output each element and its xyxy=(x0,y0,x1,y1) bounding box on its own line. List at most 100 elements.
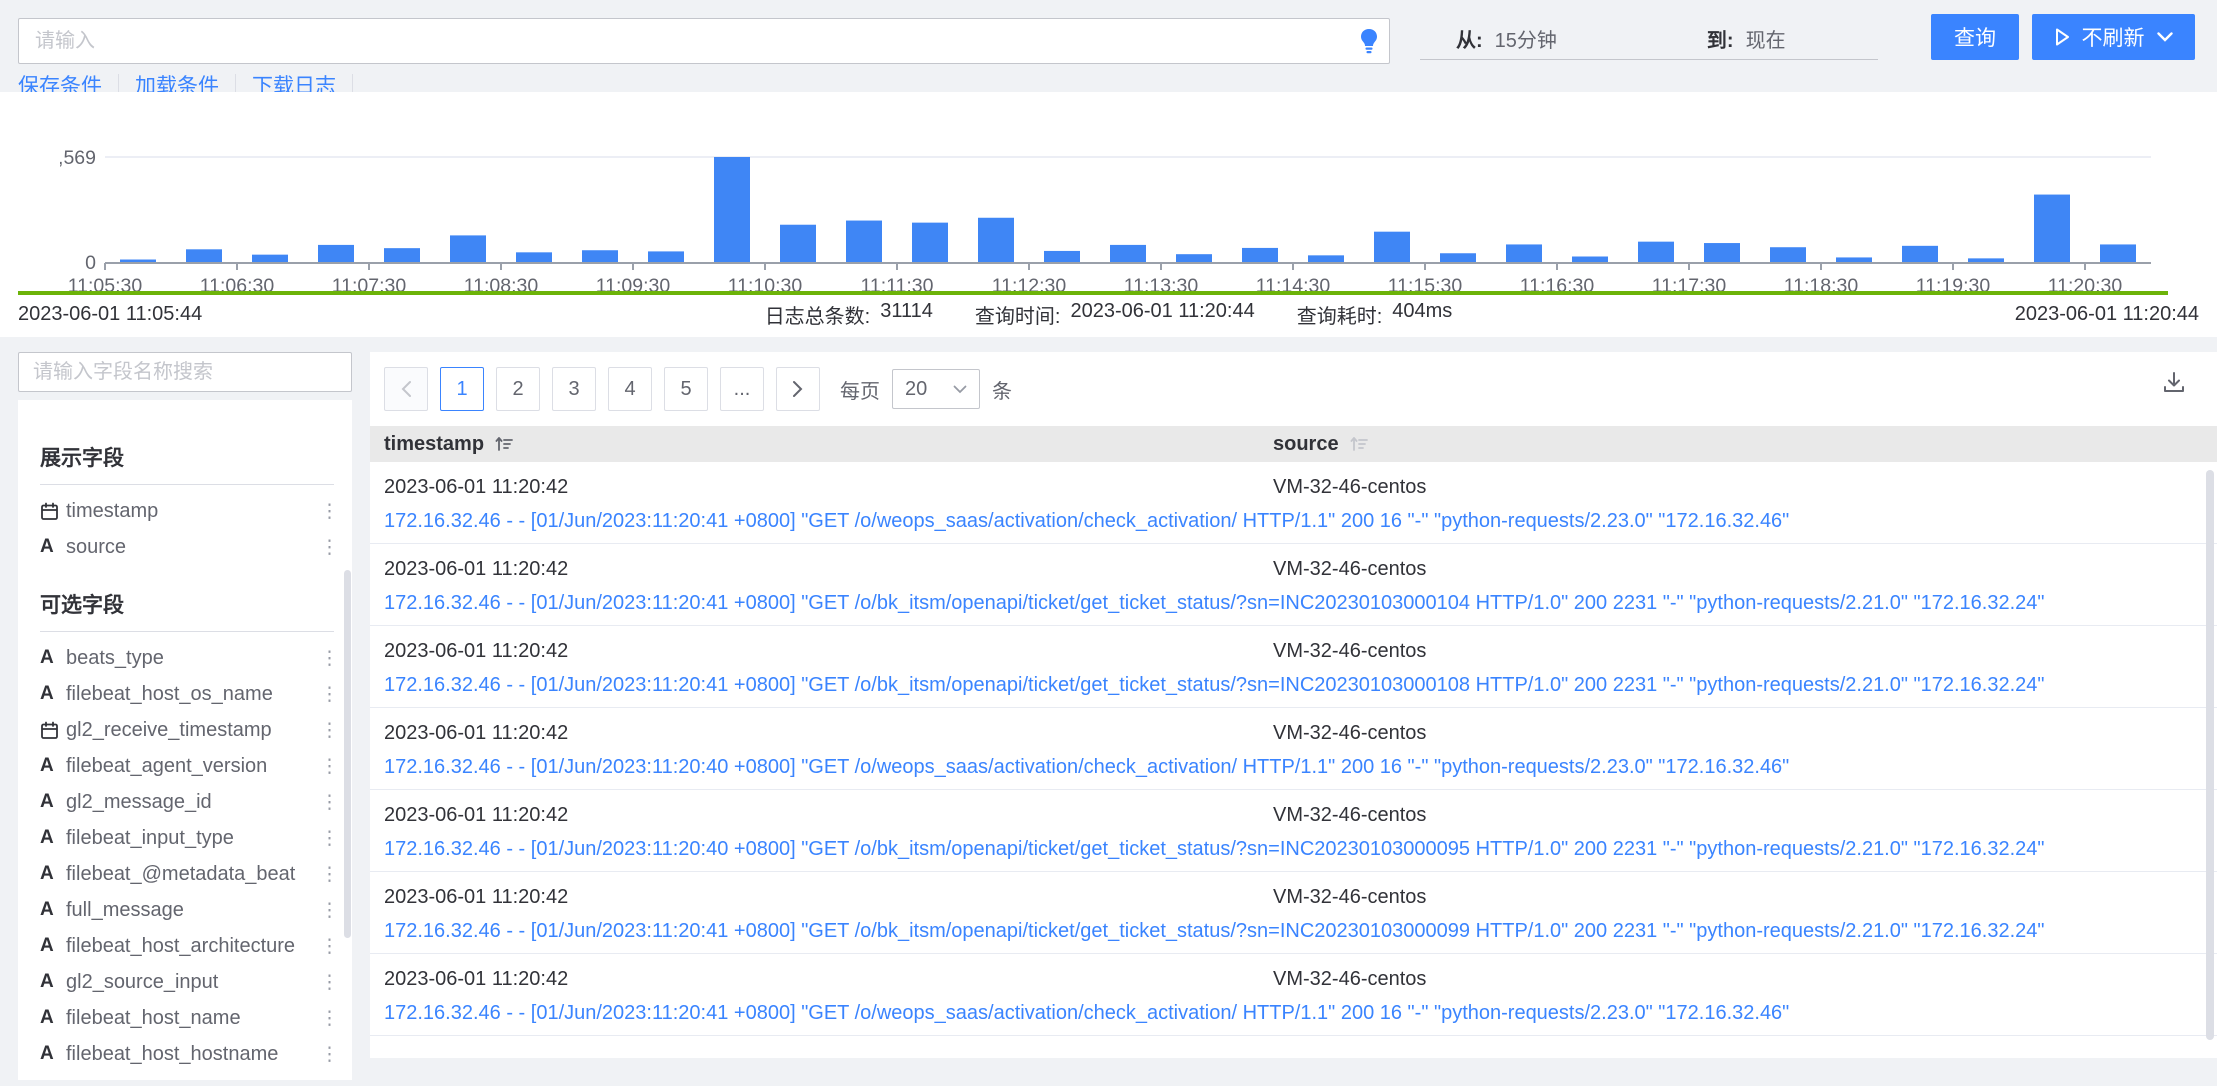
field-item[interactable]: A filebeat_host_os_name ⋮ xyxy=(40,676,334,712)
field-menu-icon[interactable]: ⋮ xyxy=(320,935,334,958)
field-menu-icon[interactable]: ⋮ xyxy=(320,827,334,850)
field-item[interactable]: A full_message ⋮ xyxy=(40,892,334,928)
string-field-icon: A xyxy=(40,1043,66,1065)
shown-fields-list: timestamp ⋮ A source ⋮ xyxy=(40,493,334,565)
field-menu-icon[interactable]: ⋮ xyxy=(320,683,334,706)
field-item[interactable]: A beats_type ⋮ xyxy=(40,640,334,676)
field-menu-icon[interactable]: ⋮ xyxy=(320,899,334,922)
field-item[interactable]: A filebeat_@metadata_beat ⋮ xyxy=(40,856,334,892)
field-item[interactable]: A gl2_source_input ⋮ xyxy=(40,964,334,1000)
log-row[interactable]: 2023-06-01 11:20:42 VM-32-46-centos 172.… xyxy=(370,626,2217,708)
string-field-icon: A xyxy=(40,647,66,669)
field-name: gl2_source_input xyxy=(66,971,320,994)
log-row[interactable]: 2023-06-01 11:20:42 VM-32-46-centos 172.… xyxy=(370,462,2217,544)
field-item[interactable]: A source ⋮ xyxy=(40,529,334,565)
field-item[interactable]: A filebeat_host_hostname ⋮ xyxy=(40,1036,334,1072)
sort-icon[interactable] xyxy=(494,434,514,454)
field-menu-icon[interactable]: ⋮ xyxy=(320,536,334,559)
field-item[interactable]: A gl2_message_id ⋮ xyxy=(40,784,334,820)
log-timestamp: 2023-06-01 11:20:42 xyxy=(384,558,1273,581)
field-menu-icon[interactable]: ⋮ xyxy=(320,719,334,742)
log-message: 172.16.32.46 - - [01/Jun/2023:11:20:41 +… xyxy=(384,510,2217,533)
string-field-icon: A xyxy=(40,755,66,777)
total-count-label: 日志总条数: xyxy=(765,300,871,329)
histogram-bar xyxy=(1440,253,1476,263)
string-field-icon: A xyxy=(40,683,66,705)
query-button[interactable]: 查询 xyxy=(1931,14,2019,60)
histogram-bar xyxy=(1506,244,1542,263)
field-item[interactable]: gl2_receive_timestamp ⋮ xyxy=(40,712,334,748)
field-item[interactable]: A streams ⋮ xyxy=(40,1072,334,1080)
page-button-4[interactable]: 4 xyxy=(608,367,652,411)
prev-page-button[interactable] xyxy=(384,367,428,411)
string-field-icon: A xyxy=(40,1007,66,1029)
time-range-indicator-line xyxy=(18,291,2168,295)
pagination-row: 12345 ... 每页 20 条 xyxy=(370,352,2217,416)
field-item[interactable]: A filebeat_host_name ⋮ xyxy=(40,1000,334,1036)
log-timestamp: 2023-06-01 11:20:42 xyxy=(384,640,1273,663)
field-menu-icon[interactable]: ⋮ xyxy=(320,1043,334,1066)
field-menu-icon[interactable]: ⋮ xyxy=(320,647,334,670)
log-row[interactable]: 2023-06-01 11:20:42 VM-32-46-centos 172.… xyxy=(370,872,2217,954)
to-value: 现在 xyxy=(1746,24,1786,53)
hint-bulb-icon[interactable] xyxy=(1349,19,1389,63)
field-name: filebeat_host_hostname xyxy=(66,1043,320,1066)
log-message: 172.16.32.46 - - [01/Jun/2023:11:20:41 +… xyxy=(384,674,2217,697)
field-name: filebeat_input_type xyxy=(66,827,320,850)
field-name: filebeat_host_architecture xyxy=(66,935,320,958)
field-menu-icon[interactable]: ⋮ xyxy=(320,755,334,778)
sidebar-scrollbar[interactable] xyxy=(344,570,351,938)
field-name: filebeat_@metadata_beat xyxy=(66,863,320,886)
field-menu-icon[interactable]: ⋮ xyxy=(320,500,334,523)
page-button-1[interactable]: 1 xyxy=(440,367,484,411)
field-item[interactable]: A filebeat_host_architecture ⋮ xyxy=(40,928,334,964)
field-name: timestamp xyxy=(66,500,320,523)
download-icon[interactable] xyxy=(2161,370,2187,399)
field-search-input[interactable] xyxy=(18,352,352,392)
shown-fields-title: 展示字段 xyxy=(40,442,334,472)
chevron-down-icon[interactable] xyxy=(2157,32,2173,42)
string-field-icon: A xyxy=(40,827,66,849)
histogram-bar xyxy=(2100,244,2136,263)
field-menu-icon[interactable]: ⋮ xyxy=(320,791,334,814)
sort-icon[interactable] xyxy=(1349,434,1369,454)
histogram-bar xyxy=(1770,247,1806,263)
time-range-picker[interactable]: 从: 15分钟 到: 现在 xyxy=(1420,18,1878,60)
field-menu-icon[interactable]: ⋮ xyxy=(320,1007,334,1030)
histogram-panel: 11:05:3011:06:3011:07:3011:08:3011:09:30… xyxy=(0,92,2217,337)
field-menu-icon[interactable]: ⋮ xyxy=(320,971,334,994)
auto-refresh-button[interactable]: 不刷新 xyxy=(2032,14,2195,60)
field-item[interactable]: A filebeat_agent_version ⋮ xyxy=(40,748,334,784)
ellipsis-page-button[interactable]: ... xyxy=(720,367,764,411)
page-button-5[interactable]: 5 xyxy=(664,367,708,411)
histogram-bar xyxy=(1704,243,1740,263)
log-row[interactable]: 2023-06-01 11:20:42 VM-32-46-centos 172.… xyxy=(370,790,2217,872)
chevron-down-icon xyxy=(953,385,967,394)
histogram-bar xyxy=(1110,245,1146,263)
log-row[interactable]: 2023-06-01 11:20:42 VM-32-46-centos 172.… xyxy=(370,544,2217,626)
page-button-2[interactable]: 2 xyxy=(496,367,540,411)
field-name: source xyxy=(66,536,320,559)
page-button-3[interactable]: 3 xyxy=(552,367,596,411)
log-source: VM-32-46-centos xyxy=(1273,968,1426,991)
next-page-button[interactable] xyxy=(776,367,820,411)
duration-value: 404ms xyxy=(1392,300,1452,329)
histogram-bar xyxy=(1044,251,1080,263)
histogram-bar xyxy=(582,250,618,263)
log-row[interactable]: 2023-06-01 11:20:42 VM-32-46-centos 172.… xyxy=(370,708,2217,790)
histogram-bar xyxy=(2034,195,2070,263)
field-menu-icon[interactable]: ⋮ xyxy=(320,1079,334,1081)
per-page-select[interactable]: 20 xyxy=(892,369,980,409)
field-item[interactable]: A filebeat_input_type ⋮ xyxy=(40,820,334,856)
range-start-time: 2023-06-01 11:05:44 xyxy=(18,303,438,326)
field-item[interactable]: timestamp ⋮ xyxy=(40,493,334,529)
field-menu-icon[interactable]: ⋮ xyxy=(320,863,334,886)
field-name: filebeat_agent_version xyxy=(66,755,320,778)
log-row[interactable]: 2023-06-01 11:20:42 VM-32-46-centos 172.… xyxy=(370,954,2217,1036)
histogram-bar xyxy=(1176,254,1212,263)
table-scrollbar[interactable] xyxy=(2206,470,2214,1040)
string-field-icon: A xyxy=(40,935,66,957)
fields-sidebar: 展示字段 timestamp ⋮ A source ⋮ 可选字段 A beats… xyxy=(18,400,352,1080)
from-label: 从: xyxy=(1456,24,1483,53)
query-search-input[interactable] xyxy=(19,30,1349,53)
